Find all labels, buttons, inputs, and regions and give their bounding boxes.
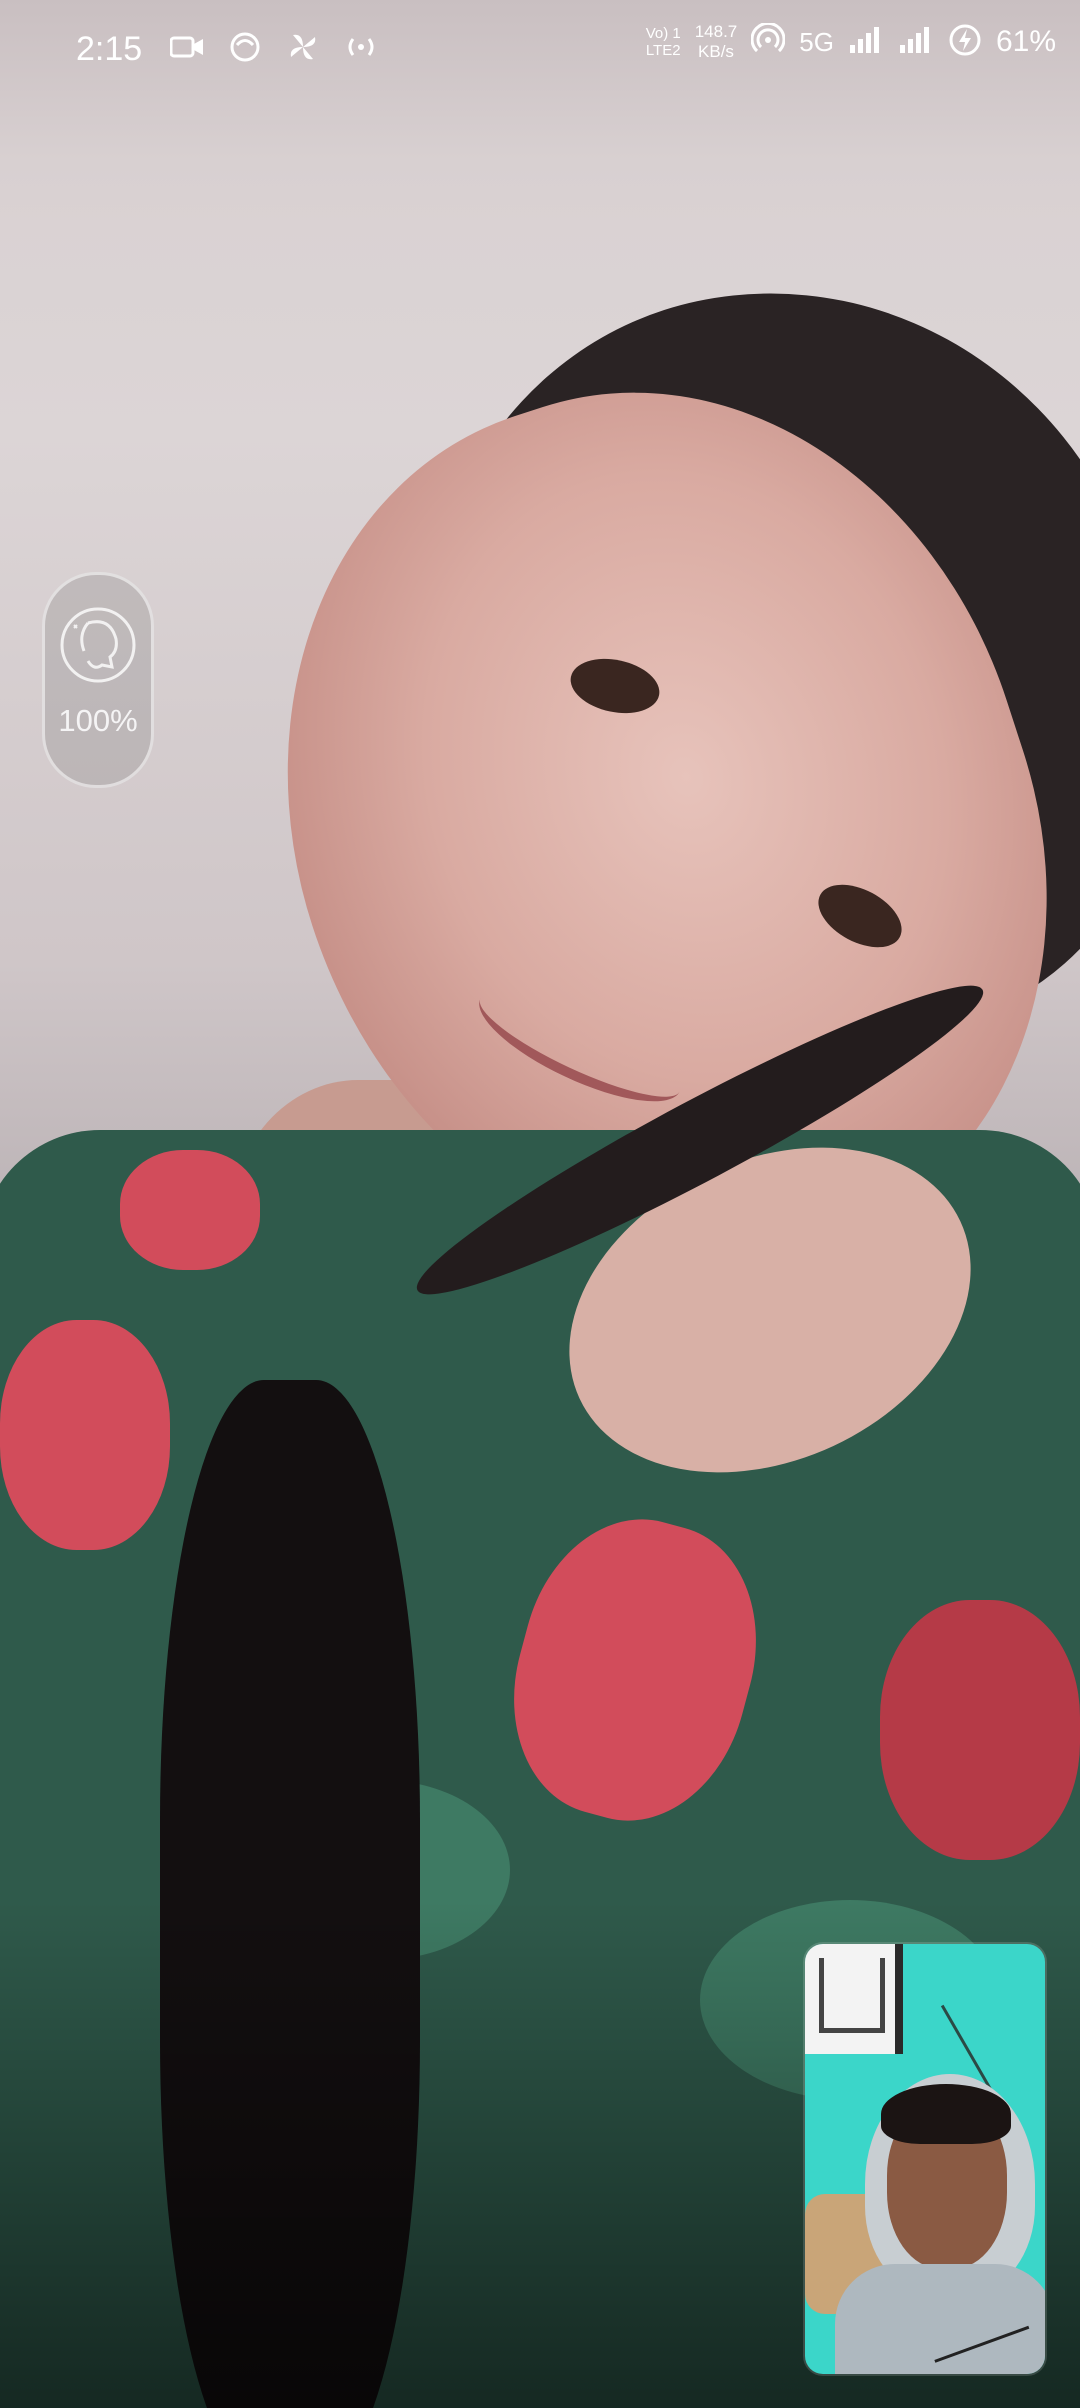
battery-percentage: 61%	[995, 25, 1056, 58]
pip-background-window	[805, 1944, 903, 2054]
local-person-hair	[881, 2084, 1011, 2144]
shirt-pattern	[0, 1320, 170, 1550]
volte-indicator: Vo) 1 LTE2	[645, 25, 681, 59]
hotspot-icon	[750, 21, 786, 62]
status-bar: 2:15 Vo) 1 LTE2 148.7 KB/s 5G 61%	[0, 0, 1080, 100]
pinwheel-app-icon	[286, 30, 320, 64]
self-view-pip[interactable]	[805, 1944, 1045, 2374]
shirt-pattern	[120, 1150, 260, 1270]
battery-charging-icon	[948, 23, 982, 62]
notification-icons	[170, 30, 378, 64]
beauty-level-value: 100%	[58, 703, 138, 738]
hotspot-broadcast-icon	[344, 30, 378, 64]
network-speed: 148.7 KB/s	[694, 22, 738, 61]
status-right-icons: Vo) 1 LTE2 148.7 KB/s 5G 61%	[645, 21, 1056, 62]
status-time: 2:15	[76, 30, 143, 68]
shirt-pattern	[880, 1600, 1080, 1860]
video-camera-icon	[170, 30, 204, 64]
beauty-face-icon	[58, 605, 138, 685]
signal-strength-icon	[848, 25, 884, 60]
network-type: 5G	[799, 26, 834, 57]
face-app-icon	[228, 30, 262, 64]
beauty-filter-toggle[interactable]: 100%	[42, 572, 154, 788]
signal-strength-icon-2	[898, 25, 934, 60]
